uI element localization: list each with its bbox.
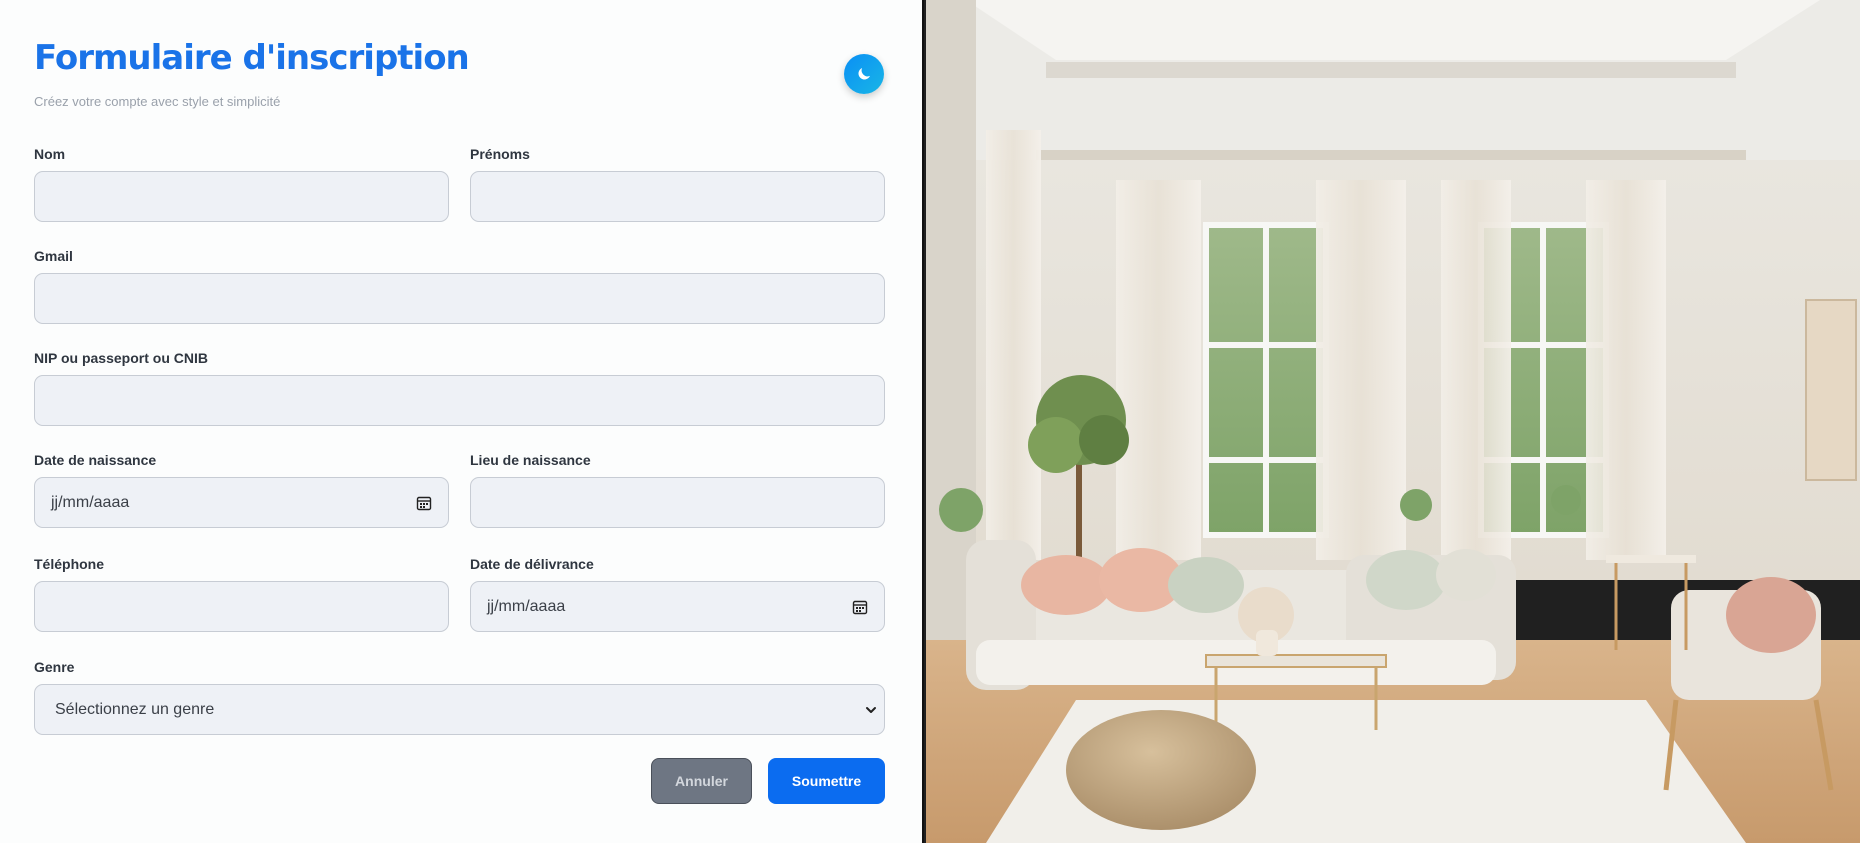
moon-icon xyxy=(858,68,870,80)
calendar-icon[interactable] xyxy=(852,599,868,615)
form-title: Formulaire d'inscription xyxy=(34,38,470,78)
living-room-image xyxy=(926,0,1860,843)
nom-label: Nom xyxy=(34,146,66,162)
birth-date-label: Date de naissance xyxy=(34,452,157,468)
gmail-label: Gmail xyxy=(34,248,73,264)
cancel-button[interactable]: Annuler xyxy=(651,758,752,804)
birth-date-placeholder: jj/mm/aaaa xyxy=(51,493,130,511)
prenoms-input[interactable] xyxy=(470,171,885,222)
birth-place-input[interactable] xyxy=(470,477,885,528)
birth-place-label: Lieu de naissance xyxy=(470,452,591,468)
issue-date-placeholder: jj/mm/aaaa xyxy=(487,597,566,615)
gmail-input[interactable] xyxy=(34,273,885,324)
id-document-input[interactable] xyxy=(34,375,885,426)
issue-date-label: Date de délivrance xyxy=(470,556,594,572)
prenoms-label: Prénoms xyxy=(470,146,530,162)
registration-form-panel: Formulaire d'inscription Créez votre com… xyxy=(0,0,924,843)
submit-button[interactable]: Soumettre xyxy=(768,758,885,804)
genre-selected-value: Sélectionnez un genre xyxy=(55,700,215,718)
phone-label: Téléphone xyxy=(34,556,105,572)
nom-input[interactable] xyxy=(34,171,449,222)
genre-label: Genre xyxy=(34,659,75,675)
form-subtitle: Créez votre compte avec style et simplic… xyxy=(34,94,281,109)
genre-select[interactable]: Sélectionnez un genre xyxy=(34,684,885,735)
id-document-label: NIP ou passeport ou CNIB xyxy=(34,350,208,366)
theme-toggle-button[interactable] xyxy=(844,54,884,94)
birth-date-input[interactable]: jj/mm/aaaa xyxy=(34,477,449,528)
chevron-down-icon xyxy=(866,706,876,713)
phone-input[interactable] xyxy=(34,581,449,632)
calendar-icon[interactable] xyxy=(416,495,432,511)
issue-date-input[interactable]: jj/mm/aaaa xyxy=(470,581,885,632)
